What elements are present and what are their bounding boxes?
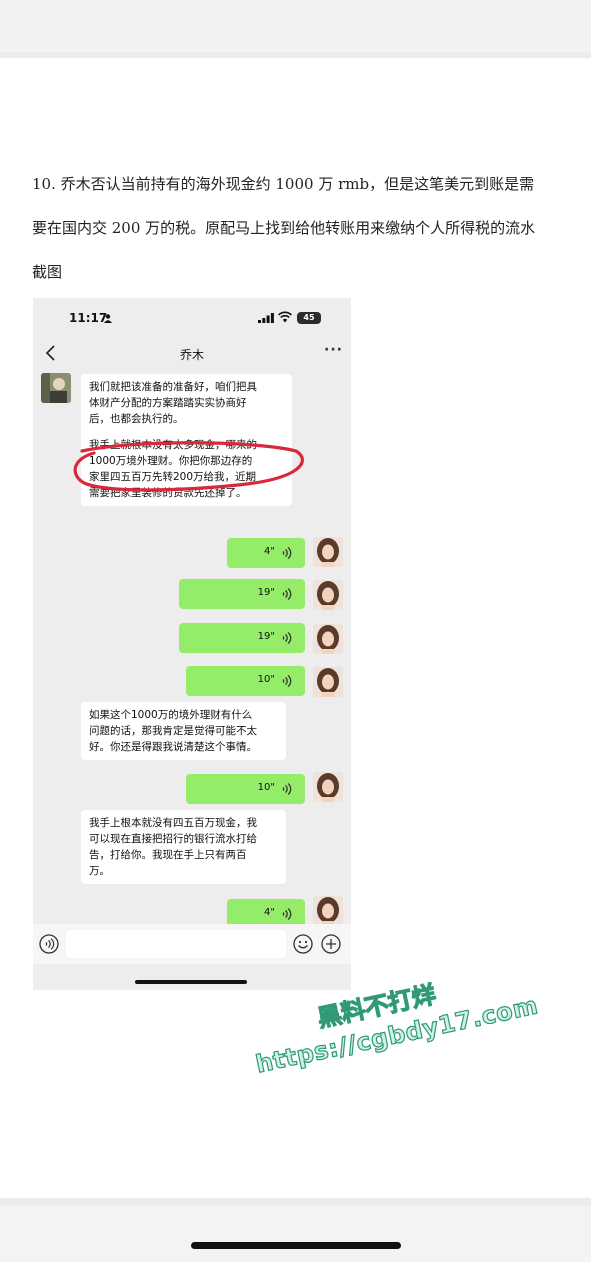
user-avatar[interactable] (313, 624, 343, 654)
bottom-band (0, 1206, 591, 1262)
voice-message[interactable]: 4" (227, 538, 305, 568)
contact-avatar[interactable] (41, 373, 71, 403)
message-bubble: 如果这个1000万的境外理财有什么 问题的话，那我肯定是觉得可能不太 好。你还是… (81, 702, 286, 760)
plus-icon[interactable] (321, 934, 341, 954)
chat-title: 乔木 (179, 348, 204, 362)
message-input[interactable] (66, 930, 286, 958)
voice-wave-icon (282, 546, 292, 560)
phone-home-indicator (135, 980, 247, 984)
wifi-icon (278, 311, 292, 323)
voice-wave-icon (282, 587, 292, 601)
paragraph-line: 要在国内交 200 万的税。原配马上找到给他转账用来缴纳个人所得税的流水 (32, 219, 536, 237)
chat-navbar: 乔木 ··· (33, 340, 351, 368)
chat-input-bar (33, 924, 351, 964)
paragraph-line: 10. 乔木否认当前持有的海外现金约 1000 万 rmb，但是这笔美元到账是需 (32, 175, 535, 193)
voice-input-icon[interactable] (39, 934, 59, 954)
user-avatar[interactable] (313, 772, 343, 802)
voice-wave-icon (282, 674, 292, 688)
user-avatar[interactable] (313, 580, 343, 610)
annotation-circle (73, 441, 304, 492)
voice-message[interactable]: 10" (186, 666, 305, 696)
chat-screenshot: 11:17 45 乔木 ··· 我们就把该准备的准备好，咱们把具 体财产分配的方… (33, 298, 351, 990)
paragraph-line: 截图 (32, 263, 63, 281)
more-options-icon[interactable]: ··· (324, 342, 343, 358)
user-avatar[interactable] (313, 896, 343, 926)
voice-wave-icon (282, 782, 292, 796)
message-bubble: 我手上根本就没有四五百万现金，我 可以现在直接把招行的银行流水打给 告，打给你。… (81, 810, 286, 884)
user-avatar[interactable] (313, 537, 343, 567)
top-band (0, 0, 591, 52)
voice-wave-icon (282, 631, 292, 645)
status-time: 11:17 (69, 311, 108, 325)
emoji-icon[interactable] (293, 934, 313, 954)
signal-icon (258, 313, 274, 323)
status-bar: 11:17 45 (33, 298, 351, 340)
voice-message[interactable]: 19" (179, 623, 305, 653)
home-indicator (191, 1242, 401, 1249)
person-icon (104, 314, 112, 323)
user-avatar[interactable] (313, 667, 343, 697)
battery-indicator: 45 (297, 312, 321, 324)
document-paragraph: 10. 乔木否认当前持有的海外现金约 1000 万 rmb，但是这笔美元到账是需… (32, 162, 572, 294)
voice-message[interactable]: 19" (179, 579, 305, 609)
voice-message[interactable]: 10" (186, 774, 305, 804)
voice-wave-icon (282, 907, 292, 921)
